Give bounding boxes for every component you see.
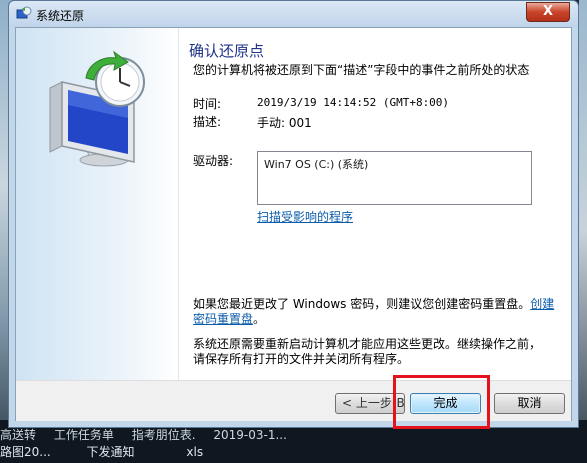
taskbar-item[interactable]: 2019-03-1... bbox=[213, 428, 287, 442]
restore-computer-illustration bbox=[49, 50, 145, 167]
taskbar-row-2: 路图20... 下发通知 xls bbox=[0, 443, 217, 460]
taskbar-item[interactable]: 下发通知 bbox=[87, 445, 135, 459]
drives-list[interactable]: Win7 OS (C:) (系统) bbox=[257, 151, 532, 205]
dialog-client-area: 确认还原点 您的计算机将被还原到下面“描述”字段中的事件之前所处的状态 时间: … bbox=[15, 27, 572, 421]
description-value: 手动: 001 bbox=[257, 116, 312, 130]
drives-label: 驱动器: bbox=[193, 154, 234, 168]
create-reset-disk-link-continued[interactable]: 密码重置盘 bbox=[193, 312, 253, 326]
finish-button-highlight bbox=[393, 375, 490, 429]
scan-affected-programs-link[interactable]: 扫描受影响的程序 bbox=[257, 208, 353, 225]
page-title: 确认还原点 bbox=[189, 42, 265, 60]
taskbar-item[interactable]: xls bbox=[186, 445, 203, 459]
taskbar-item[interactable]: 指考朋位表. bbox=[132, 428, 196, 442]
title-bar[interactable]: 系统还原 X bbox=[9, 1, 578, 27]
taskbar-row-1: 高送转 工作任务单 指考朋位表. 2019-03-1... bbox=[0, 426, 301, 443]
window-title: 系统还原 bbox=[36, 9, 85, 23]
password-note-suffix: 。 bbox=[253, 312, 266, 326]
system-restore-window: 系统还原 X 确认还原点 您的计算机将被还原到下面“描述”字段中的事件之前所处的… bbox=[8, 0, 579, 428]
system-restore-icon bbox=[16, 6, 32, 19]
taskbar-item[interactable]: 路图20... bbox=[0, 445, 51, 459]
cancel-button[interactable]: 取消 bbox=[494, 393, 565, 414]
page-subtitle: 您的计算机将被还原到下面“描述”字段中的事件之前所处的状态 bbox=[193, 63, 530, 77]
illustration-panel bbox=[16, 28, 178, 380]
password-note-text: 如果您最近更改了 Windows 密码，则建议您创建密码重置盘。 bbox=[193, 297, 531, 311]
taskbar-item[interactable]: 高送转 bbox=[0, 428, 36, 442]
list-item[interactable]: Win7 OS (C:) (系统) bbox=[264, 156, 368, 172]
description-label: 描述: bbox=[193, 115, 222, 129]
close-button[interactable]: X bbox=[526, 2, 570, 22]
panel-divider bbox=[178, 28, 179, 380]
taskbar-item[interactable]: 工作任务单 bbox=[54, 428, 114, 442]
create-reset-disk-link[interactable]: 创建 bbox=[530, 297, 554, 311]
password-note-continued: 密码重置盘。 bbox=[193, 310, 265, 327]
time-label: 时间: bbox=[193, 97, 222, 111]
time-value: 2019/3/19 14:14:52 (GMT+8:00) bbox=[257, 96, 450, 109]
desktop-background-right bbox=[579, 0, 587, 463]
restart-note-line-2: 请保存所有打开的文件并关闭所有程序。 bbox=[193, 352, 410, 366]
